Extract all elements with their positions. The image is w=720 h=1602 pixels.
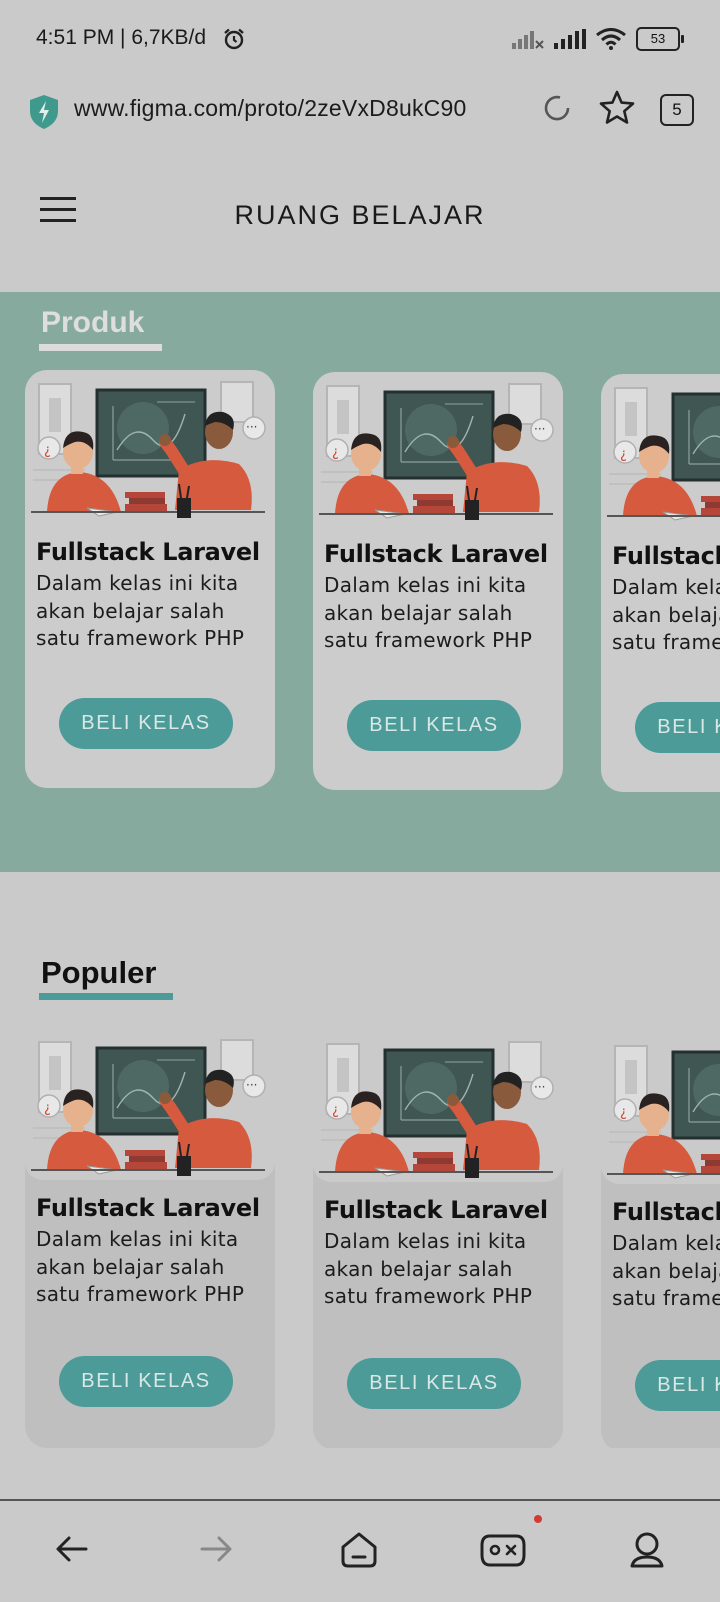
browser-bottom-nav: [0, 1499, 720, 1602]
class-illustration: [313, 1030, 563, 1182]
card-description: Dalam kelas ini kita akan belajar salah …: [324, 1229, 533, 1308]
battery-indicator: 53: [636, 27, 684, 51]
populer-carousel[interactable]: Fullstack Laravel Dalam kelas ini kita a…: [0, 1028, 720, 1448]
produk-section-title: Produk: [41, 306, 145, 339]
signal-icon: [554, 29, 586, 49]
illustration-container: [25, 1028, 275, 1180]
class-illustration: [25, 370, 275, 522]
popular-card[interactable]: Fullstack Laravel Dalam kelas ini kita a…: [601, 1032, 720, 1448]
tabs-count-button[interactable]: 5: [660, 94, 694, 126]
app-header: RUANG BELAJAR: [0, 158, 720, 292]
card-title: Fullstack Laravel: [36, 538, 260, 566]
signal-off-icon: [512, 31, 544, 49]
shield-icon: [30, 95, 58, 129]
card-description: Dalam kelas ini kita akan belajar salah …: [36, 571, 245, 650]
card-title: Fullstack Laravel: [324, 540, 548, 568]
back-icon[interactable]: [54, 1531, 90, 1567]
card-description: Dalam kelas ini kita akan belajar salah …: [612, 575, 720, 654]
buy-class-button[interactable]: BELI KELAS: [347, 700, 521, 751]
illustration-container: [601, 1032, 720, 1184]
produk-title-underline: [39, 344, 162, 351]
popular-card[interactable]: Fullstack Laravel Dalam kelas ini kita a…: [313, 1030, 563, 1448]
produk-section: Produk Fullstack Laravel Dalam kelas ini…: [0, 292, 720, 872]
card-title: Fullstack Laravel: [612, 1198, 720, 1226]
app-title: RUANG BELAJAR: [234, 200, 486, 230]
home-icon[interactable]: [340, 1531, 378, 1569]
class-illustration: [25, 1028, 275, 1180]
popular-card[interactable]: Fullstack Laravel Dalam kelas ini kita a…: [25, 1028, 275, 1448]
class-illustration: [601, 1032, 720, 1184]
class-illustration: [313, 372, 563, 524]
card-description: Dalam kelas ini kita akan belajar salah …: [324, 573, 533, 652]
card-title: Fullstack Laravel: [612, 542, 720, 570]
url-bar[interactable]: www.figma.com/proto/2zeVxD8ukC90: [74, 95, 466, 122]
buy-class-button[interactable]: BELI KELAS: [635, 702, 720, 753]
populer-title-underline: [39, 993, 173, 1000]
status-bar: 4:51 PM | 6,7KB/d 53: [0, 0, 720, 80]
product-card[interactable]: Fullstack Laravel Dalam kelas ini kita a…: [601, 374, 720, 792]
product-card[interactable]: Fullstack Laravel Dalam kelas ini kita a…: [313, 372, 563, 790]
game-icon[interactable]: [480, 1531, 526, 1569]
populer-section-title: Populer: [41, 955, 157, 990]
card-title: Fullstack Laravel: [324, 1196, 548, 1224]
reload-icon[interactable]: [540, 91, 574, 125]
buy-class-button[interactable]: BELI KELAS: [347, 1358, 521, 1409]
status-time: 4:51 PM | 6,7KB/d: [36, 26, 207, 49]
browser-bar: www.figma.com/proto/2zeVxD8ukC90 5: [0, 80, 720, 158]
card-description: Dalam kelas ini kita akan belajar salah …: [612, 1231, 720, 1310]
wifi-icon: [596, 28, 626, 50]
alarm-icon: [224, 28, 244, 50]
buy-class-button[interactable]: BELI KELAS: [59, 1356, 233, 1407]
buy-class-button[interactable]: BELI KELAS: [635, 1360, 720, 1411]
product-card[interactable]: Fullstack Laravel Dalam kelas ini kita a…: [25, 370, 275, 788]
profile-icon[interactable]: [628, 1531, 666, 1569]
buy-class-button[interactable]: BELI KELAS: [59, 698, 233, 749]
card-description: Dalam kelas ini kita akan belajar salah …: [36, 1227, 245, 1306]
forward-icon[interactable]: [198, 1531, 234, 1567]
illustration-container: [313, 1030, 563, 1182]
notification-dot: [534, 1515, 542, 1523]
class-illustration: [601, 374, 720, 526]
card-title: Fullstack Laravel: [36, 1194, 260, 1222]
bookmark-star-icon[interactable]: [598, 89, 636, 127]
